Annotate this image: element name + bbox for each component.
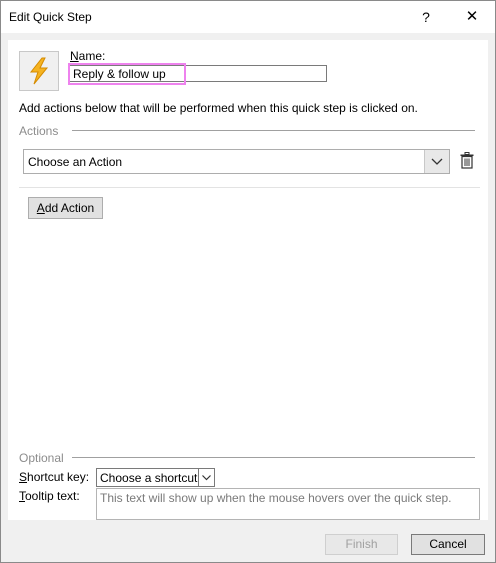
actions-section-label: Actions bbox=[19, 124, 59, 138]
shortcut-key-value: Choose a shortcut bbox=[100, 471, 198, 485]
trash-icon bbox=[460, 152, 474, 169]
tooltip-text-label: Tooltip text: bbox=[19, 489, 80, 503]
action-dropdown-value: Choose an Action bbox=[28, 155, 123, 169]
actions-section-divider bbox=[72, 130, 475, 131]
shortcut-key-access-key: S bbox=[19, 470, 28, 484]
name-label-text: ame: bbox=[78, 49, 106, 63]
finish-button[interactable]: Finish bbox=[325, 534, 398, 555]
shortcut-key-label: Shortcut key: bbox=[19, 470, 89, 484]
name-input[interactable]: Reply & follow up bbox=[68, 63, 327, 85]
shortcut-key-label-text: hortcut key: bbox=[27, 470, 90, 484]
shortcut-key-dropdown-arrow[interactable] bbox=[198, 469, 214, 486]
add-action-access-key: A bbox=[36, 201, 45, 215]
instruction-text: Add actions below that will be performed… bbox=[19, 101, 418, 115]
dialog-title: Edit Quick Step bbox=[9, 10, 92, 24]
help-button[interactable]: ? bbox=[403, 1, 449, 33]
add-action-button[interactable]: Add Action bbox=[28, 197, 103, 219]
action-dropdown[interactable]: Choose an Action bbox=[23, 149, 450, 174]
add-action-label: dd Action bbox=[44, 201, 95, 215]
cancel-button[interactable]: Cancel bbox=[411, 534, 485, 555]
close-button[interactable]: ✕ bbox=[449, 1, 495, 33]
lightning-icon bbox=[29, 57, 49, 85]
tooltip-text-placeholder: This text will show up when the mouse ho… bbox=[100, 491, 452, 505]
name-label-access-key: N bbox=[70, 49, 79, 63]
optional-section-divider bbox=[72, 457, 475, 458]
chevron-down-icon bbox=[202, 475, 211, 481]
action-dropdown-arrow[interactable] bbox=[424, 150, 449, 173]
name-highlight-box bbox=[68, 63, 186, 85]
chevron-down-icon bbox=[431, 158, 443, 165]
quick-step-icon-button[interactable] bbox=[19, 51, 59, 91]
action-row-divider bbox=[19, 187, 480, 188]
tooltip-text-input[interactable]: This text will show up when the mouse ho… bbox=[96, 488, 480, 520]
name-label: Name: bbox=[70, 49, 105, 63]
dialog-content: Name: Reply & follow up Add actions belo… bbox=[8, 40, 488, 520]
title-bar: Edit Quick Step ? ✕ bbox=[1, 1, 495, 33]
tooltip-text-label-text: ooltip text: bbox=[25, 489, 80, 503]
delete-action-button[interactable] bbox=[460, 152, 474, 172]
edit-quick-step-dialog: Edit Quick Step ? ✕ Name: Reply & follow… bbox=[0, 0, 496, 563]
optional-section-label: Optional bbox=[19, 451, 64, 465]
shortcut-key-dropdown[interactable]: Choose a shortcut bbox=[96, 468, 215, 487]
